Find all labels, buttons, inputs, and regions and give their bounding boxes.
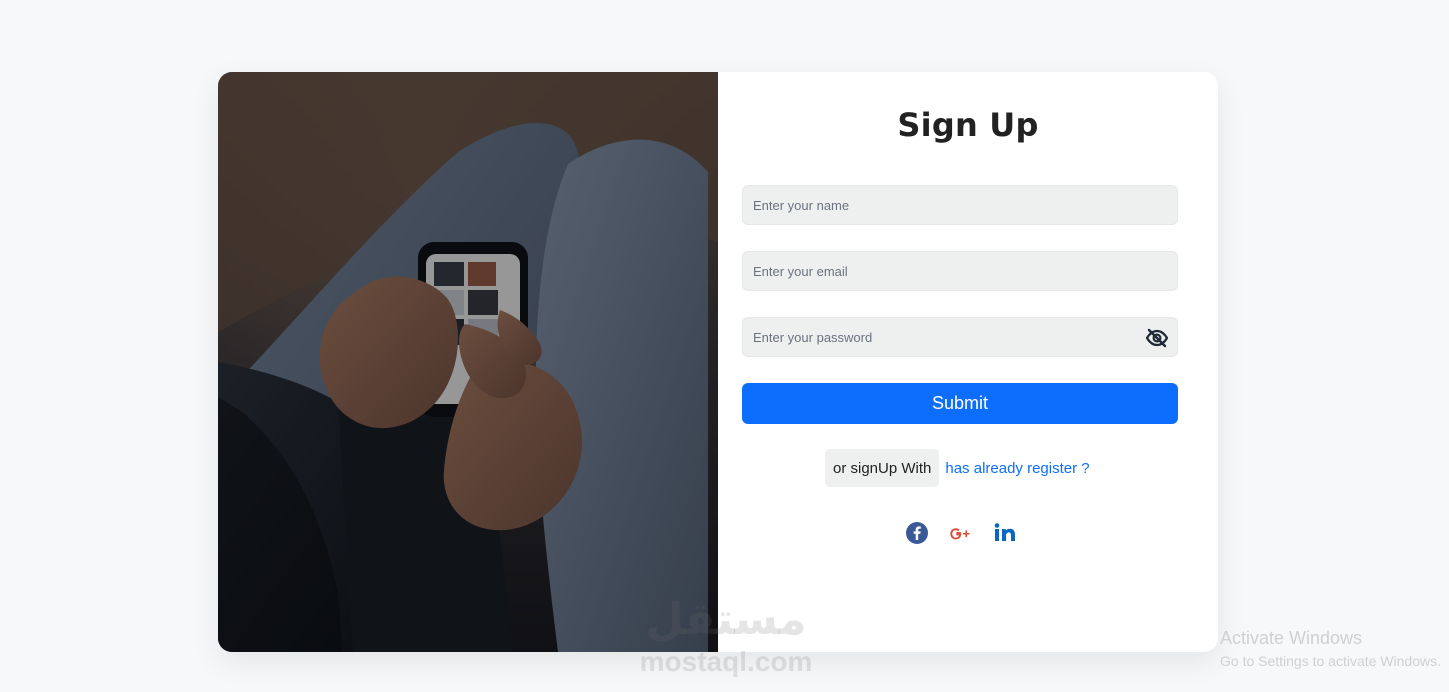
social-links xyxy=(905,521,1017,545)
email-input[interactable] xyxy=(743,252,1177,290)
signup-form-panel: Sign Up Submit or signUp W xyxy=(718,72,1218,652)
watermark-latin: mostaql.com xyxy=(639,646,813,677)
name-field[interactable] xyxy=(742,185,1178,225)
page-root: Sign Up Submit or signUp W xyxy=(0,0,1449,692)
alternate-signup-label: or signUp With xyxy=(825,449,940,487)
email-field[interactable] xyxy=(742,251,1178,291)
facebook-icon[interactable] xyxy=(905,521,929,545)
hero-image xyxy=(218,72,718,652)
linkedin-icon[interactable] xyxy=(993,521,1017,545)
eye-off-icon[interactable] xyxy=(1145,328,1169,348)
signup-card: Sign Up Submit or signUp W xyxy=(218,72,1218,652)
login-link[interactable]: has already register ? xyxy=(945,460,1089,477)
alternate-signup-row: or signUp With has already register ? xyxy=(825,449,1090,487)
password-field[interactable] xyxy=(742,317,1178,357)
submit-button[interactable]: Submit xyxy=(742,383,1178,424)
password-input[interactable] xyxy=(743,318,1177,356)
activate-subtitle: Go to Settings to activate Windows. xyxy=(1220,652,1441,669)
activate-title: Activate Windows xyxy=(1220,628,1363,648)
google-plus-icon[interactable] xyxy=(949,521,973,545)
windows-activation-note: Activate Windows Go to Settings to activ… xyxy=(1220,628,1441,669)
name-input[interactable] xyxy=(743,186,1177,224)
page-title: Sign Up xyxy=(897,106,1039,144)
